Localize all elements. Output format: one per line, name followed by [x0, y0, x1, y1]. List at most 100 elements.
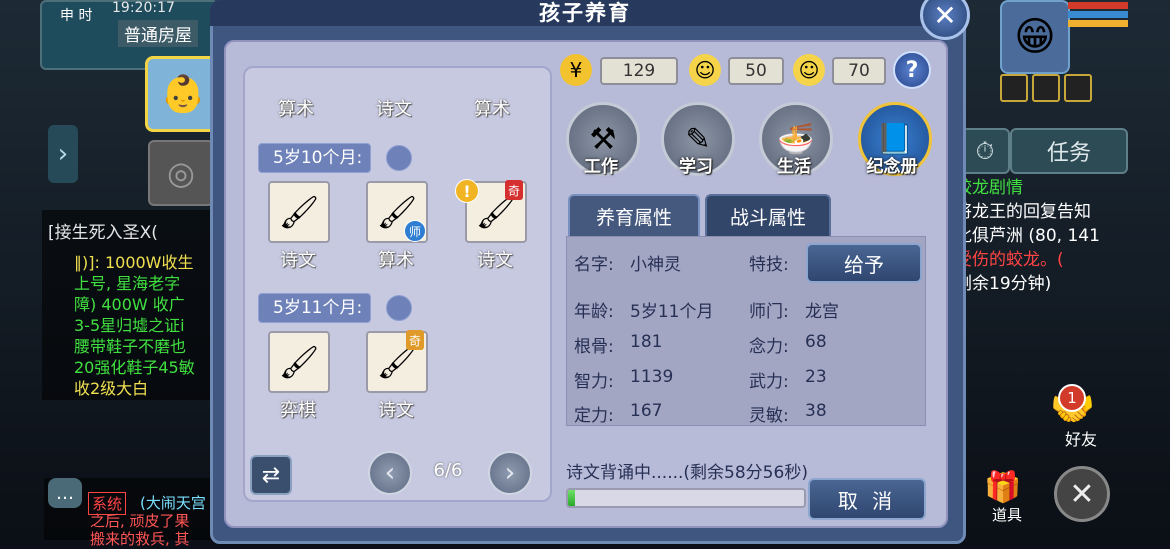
study-button[interactable]: 学习 — [661, 152, 731, 177]
timer-icon[interactable]: ⏱ — [960, 128, 1010, 174]
attr-label: 定力: — [574, 406, 614, 426]
activity-slot[interactable]: 🖌 — [268, 331, 330, 393]
banner-scroll-icon — [386, 295, 412, 321]
attr-label: 根骨: — [574, 337, 614, 357]
chat-message: ∥)]: 1000W收生 — [74, 253, 194, 272]
buff-icon[interactable] — [1032, 74, 1060, 102]
buff-icons[interactable] — [1000, 74, 1096, 106]
status-bar — [1068, 20, 1128, 27]
schedule-subject: 诗文 — [376, 99, 412, 120]
happiness-value: 50 — [728, 57, 784, 85]
attr-label: 灵敏: — [749, 406, 789, 426]
dialog-title: 孩子养育 — [539, 1, 631, 25]
quest-line: 剩余19分钟) — [955, 274, 1052, 294]
page-indicator: 6/6 — [433, 460, 463, 481]
activity-label: 诗文 — [477, 250, 513, 271]
prev-page-icon[interactable]: ‹ — [368, 451, 412, 495]
age-header: 5岁10个月: — [258, 143, 372, 173]
system-line: 搬来的救兵, 其 — [90, 530, 190, 548]
activity-label: 诗文 — [280, 250, 316, 271]
brush-icon: 🖌 — [278, 193, 320, 231]
attr-zhili: 1139 — [630, 367, 674, 387]
player-avatar[interactable]: 😁 — [1000, 0, 1070, 74]
quest-line: 受伤的蛟龙。( — [955, 250, 1064, 270]
chat-message: 20强化鞋子45敏 — [74, 358, 195, 377]
attr-dingli: 167 — [630, 401, 663, 421]
progress-fill — [568, 490, 576, 506]
chat-message: 3-5星归墟之证i — [74, 316, 185, 335]
activity-label: 诗文 — [378, 400, 414, 421]
attr-label: 智力: — [574, 372, 614, 392]
quest-tracker[interactable]: 蛟龙剧情将龙王的回复告知 牝俱芦洲 (80, 141 受伤的蛟龙。( 剩余19分钟) — [955, 176, 1170, 296]
banner-scroll-icon — [386, 145, 412, 171]
attr-nianli: 68 — [805, 332, 827, 352]
pet-avatar-empty[interactable]: ◎ — [148, 140, 214, 206]
chat-bubble-icon[interactable]: … — [48, 478, 82, 508]
swap-icon[interactable]: ⇄ — [250, 455, 292, 495]
child-school: 龙宫 — [805, 302, 839, 322]
chat-lines: ∥)]: 1000W收生 上号, 星海老字 障) 400W 收广 3-5星归墟之证i 腰… — [74, 252, 195, 399]
attr-label: 年龄: — [574, 302, 614, 322]
chat-message: 腰带鞋子不磨也 — [74, 337, 187, 356]
album-button[interactable]: 纪念册 — [857, 152, 927, 177]
clock: 19:20:17 — [112, 0, 175, 16]
work-button[interactable]: 工作 — [566, 152, 636, 177]
friends-label: 好友 — [1065, 430, 1098, 449]
special-badge: 奇 — [505, 180, 523, 200]
child-age: 5岁11个月 — [630, 302, 714, 322]
quest-line: 牝俱芦洲 (80, 141 — [955, 226, 1100, 246]
schedule-subject: 算术 — [278, 99, 314, 120]
coin-icon: ¥ — [560, 54, 592, 86]
schedule-subject: 算术 — [474, 99, 510, 120]
quest-line: 蛟龙剧情 — [955, 178, 1023, 198]
give-button[interactable]: 给予 — [806, 243, 922, 283]
attr-label: 师门: — [749, 302, 789, 322]
activity-progress-bar — [566, 488, 806, 508]
attr-label: 名字: — [574, 255, 614, 275]
status-bars — [1068, 2, 1128, 38]
special-badge: 奇 — [406, 330, 424, 350]
quest-button[interactable]: 任务 — [1010, 128, 1128, 174]
time-label: 申 时 — [60, 8, 93, 24]
warning-icon: ! — [455, 179, 479, 203]
chat-message: 上号, 星海老字 — [74, 274, 181, 293]
teacher-badge: 师 — [404, 220, 426, 242]
tab-rearing-attributes[interactable]: 养育属性 — [568, 194, 700, 236]
money-value: 129 — [600, 57, 678, 85]
status-bar — [1068, 2, 1128, 9]
activity-slot[interactable]: 🖌 — [268, 181, 330, 243]
help-icon[interactable]: ? — [893, 51, 931, 89]
calm-face-icon: ☺ — [793, 54, 825, 86]
activity-label: 弈棋 — [280, 400, 316, 421]
attr-label: 武力: — [749, 372, 789, 392]
expand-arrow-icon[interactable]: › — [48, 125, 78, 183]
bag-label: 道具 — [992, 506, 1023, 524]
cancel-button[interactable]: 取 消 — [808, 478, 926, 520]
attr-label: 特技: — [749, 255, 789, 275]
quest-line: 将龙王的回复告知 — [955, 202, 1091, 222]
status-bar — [1068, 11, 1128, 18]
attr-gengu: 181 — [630, 332, 663, 352]
mood-value: 70 — [832, 57, 886, 85]
attr-label: 念力: — [749, 337, 789, 357]
chat-title: [接生死入圣X( — [48, 223, 158, 243]
activity-status: 诗文背诵中......(剩余58分56秒) — [566, 463, 808, 483]
age-header: 5岁11个月: — [258, 293, 372, 323]
notification-badge: 1 — [1058, 384, 1086, 412]
happy-face-icon: ☺ — [689, 54, 721, 86]
attr-wuli: 23 — [805, 367, 827, 387]
attr-lingmin: 38 — [805, 401, 827, 421]
activity-label: 算术 — [378, 250, 414, 271]
child-name: 小神灵 — [630, 255, 681, 275]
close-menu-icon[interactable]: ✕ — [1054, 466, 1110, 522]
schedule-panel — [243, 66, 552, 502]
room-label: 普通房屋 — [118, 20, 198, 47]
buff-icon[interactable] — [1000, 74, 1028, 102]
brush-icon: 🖌 — [278, 343, 320, 381]
chest-icon[interactable] — [1064, 74, 1092, 102]
chat-message: 障) 400W 收广 — [74, 295, 185, 314]
life-button[interactable]: 生活 — [759, 152, 829, 177]
next-page-icon[interactable]: › — [488, 451, 532, 495]
chat-message: 收2级大白 — [74, 379, 149, 398]
tab-combat-attributes[interactable]: 战斗属性 — [705, 194, 831, 236]
